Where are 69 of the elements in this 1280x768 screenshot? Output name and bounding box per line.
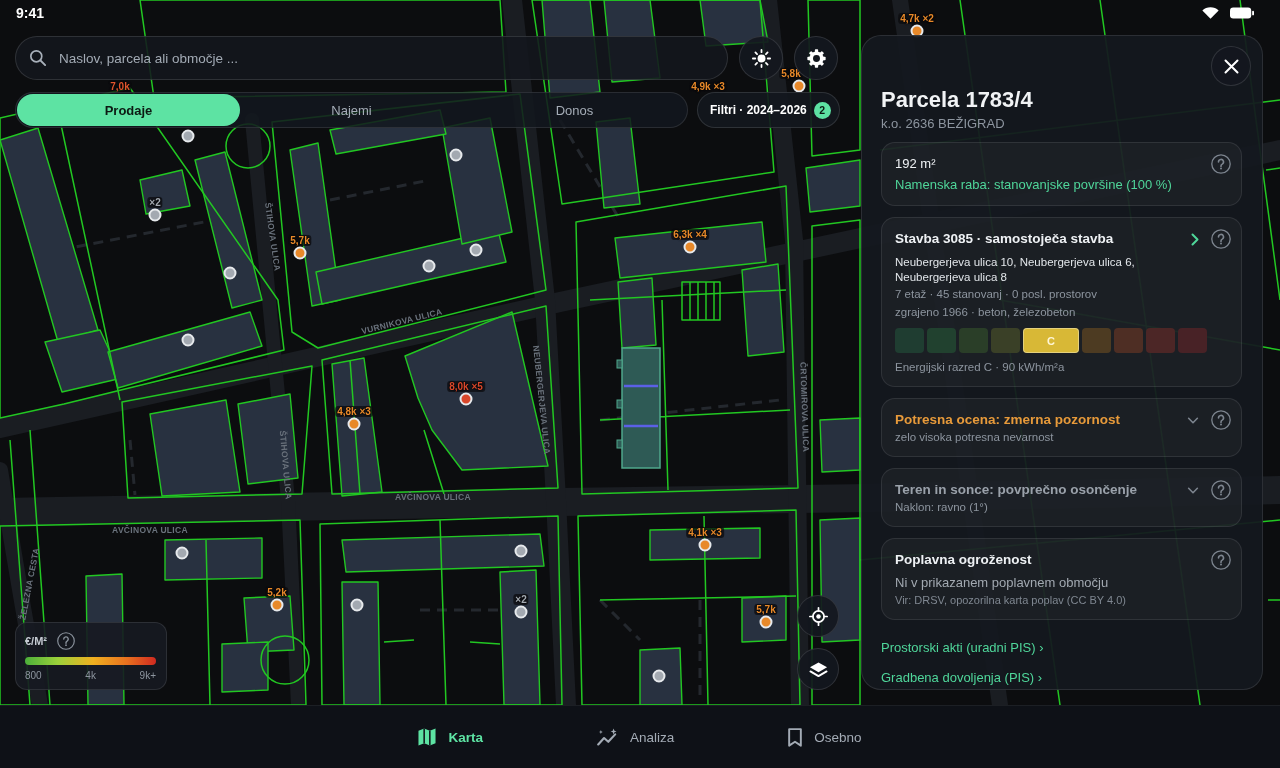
search-icon: [30, 50, 46, 66]
legend-title: €/M²: [25, 635, 47, 647]
detail-text: zgrajeno 1966 · beton, železobeton: [895, 305, 1077, 320]
street-label: AVČINOVA ULICA: [112, 525, 188, 536]
help-icon[interactable]: [1211, 480, 1231, 500]
card-title: Teren in sonce: povprečno osončenje: [895, 481, 1139, 499]
chevron-right-icon[interactable]: [1191, 232, 1199, 246]
wifi-icon: [1202, 6, 1219, 19]
marker-label: 4,8k ×3: [335, 406, 373, 417]
crosshair-icon: [808, 606, 828, 626]
card-title: Stavba 3085 · samostoječa stavba: [895, 230, 1115, 248]
mode-tab[interactable]: Donos: [463, 94, 686, 126]
line-chart-icon: [596, 728, 618, 746]
marker-label: ×2: [147, 197, 163, 208]
mode-tab[interactable]: Najemi: [240, 94, 463, 126]
marker-label: 4,9k ×3: [689, 81, 727, 92]
street-label: AVČINOVA ULICA: [395, 492, 471, 503]
marker-label: 6,3k ×4: [671, 229, 709, 240]
detail-text: 7 etaž · 45 stanovanj · 0 posl. prostorov: [895, 287, 1098, 302]
help-icon[interactable]: [1211, 410, 1231, 430]
card-subtitle: Ni v prikazanem poplavnem območju: [895, 574, 1110, 592]
energy-caption: Energijski razred C · 90 kWh/m²a: [895, 360, 1066, 375]
chevron-down-icon[interactable]: [1187, 416, 1199, 424]
help-icon[interactable]: [57, 632, 75, 650]
bookmark-icon: [788, 727, 803, 747]
nav-item[interactable]: Osebno: [788, 727, 862, 747]
marker-label: 4,7k ×2: [898, 13, 936, 24]
source-note: Vir: DRSV, opozorilna karta poplav (CC BY 4.0): [895, 593, 1127, 608]
chevron-down-icon[interactable]: [1187, 486, 1199, 494]
close-button[interactable]: [1211, 46, 1251, 86]
card-subtitle: Naklon: ravno (1°): [895, 500, 989, 515]
panel-link[interactable]: Prostorski akti (uradni PIS) ›: [881, 640, 1044, 656]
card-title: Poplavna ogroženost: [895, 551, 1033, 569]
filter-button[interactable]: Filtri · 2024–2026 2: [697, 92, 840, 128]
layers-icon: [808, 659, 828, 679]
help-icon[interactable]: [1211, 229, 1231, 249]
card-title: Potresna ocena: zmerna pozornost: [895, 411, 1122, 429]
count-badge: 2: [813, 101, 831, 119]
status-time: 9:41: [16, 4, 45, 21]
marker-label: 8,0k ×5: [447, 381, 485, 392]
street-label: ŠTIHOVA ULICA: [277, 430, 294, 500]
street-label: NEUBERGERJEVA ULICA: [531, 344, 553, 455]
card-subtitle: zelo visoka potresna nevarnost: [895, 430, 1055, 445]
close-icon: [1223, 58, 1239, 74]
panel-subtitle: k.o. 2636 BEŽIGRAD: [881, 116, 1006, 132]
map-icon: [418, 728, 437, 746]
land-use-text: Namenska raba: stanovanjske površine (100 %): [895, 176, 1173, 194]
help-icon[interactable]: [1211, 550, 1231, 570]
marker-label: 7,0k: [108, 81, 132, 92]
scale-tick-label: 800: [25, 670, 42, 682]
settings-icon: [806, 48, 826, 68]
address-text: Neubergerjeva ulica 10, Neubergerjeva ulica 6, Neubergerjeva ulica 8: [895, 255, 1136, 285]
energy-class-segment: C: [1022, 328, 1080, 353]
marker-label: ×2: [513, 594, 529, 605]
nav-item[interactable]: Analiza: [596, 728, 675, 746]
search-field[interactable]: Naslov, parcela ali območje ...: [15, 36, 728, 80]
sun-icon: [751, 48, 771, 68]
nav-item[interactable]: Karta: [418, 728, 483, 746]
card-title: 192 m²: [895, 155, 937, 173]
marker-label: 4,1k ×3: [686, 527, 724, 538]
selected-building-highlight[interactable]: [616, 347, 661, 469]
scale-tick-label: 9k+: [139, 670, 156, 682]
scale-tick-label: 4k: [85, 670, 96, 682]
help-icon[interactable]: [1211, 154, 1231, 174]
street-label: ČRTOMIROVA ULICA: [798, 361, 812, 453]
mode-tab[interactable]: Prodaje: [17, 94, 240, 126]
panel-link[interactable]: Gradbena dovoljenja (PIS) ›: [881, 670, 1043, 686]
panel-title: Parcela 1783/4: [881, 86, 1034, 114]
street-label: ŠTIHOVA ULICA: [263, 202, 283, 272]
